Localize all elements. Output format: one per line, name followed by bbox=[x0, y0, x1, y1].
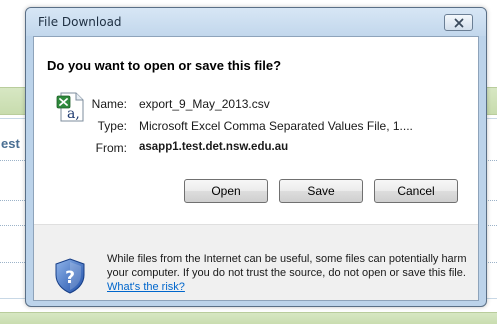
background-footer-band bbox=[0, 312, 497, 324]
type-label: Type: bbox=[97, 119, 127, 133]
cancel-button[interactable]: Cancel bbox=[374, 179, 458, 203]
close-button[interactable] bbox=[444, 14, 473, 31]
whats-the-risk-link[interactable]: What's the risk? bbox=[107, 281, 185, 293]
dialog-title: File Download bbox=[38, 15, 122, 29]
save-button[interactable]: Save bbox=[279, 179, 363, 203]
file-download-dialog: File Download Do you want to open or sav… bbox=[25, 7, 487, 307]
from-label: From: bbox=[95, 141, 127, 155]
name-label: Name: bbox=[91, 97, 127, 111]
dialog-question: Do you want to open or save this file? bbox=[47, 58, 282, 73]
warning-text: While files from the Internet can be use… bbox=[107, 253, 467, 279]
dialog-content: Do you want to open or save this file? a… bbox=[33, 36, 479, 301]
dialog-titlebar[interactable]: File Download bbox=[26, 8, 486, 36]
file-name-value: export_9_May_2013.csv bbox=[139, 97, 270, 111]
open-button[interactable]: Open bbox=[184, 179, 268, 203]
file-type-value: Microsoft Excel Comma Separated Values F… bbox=[139, 119, 413, 133]
security-shield-icon: ? bbox=[54, 258, 86, 294]
file-source-value: asapp1.test.det.nsw.edu.au bbox=[139, 141, 289, 153]
security-warning: While files from the Internet can be use… bbox=[107, 252, 473, 294]
close-icon bbox=[454, 18, 464, 28]
svg-text:?: ? bbox=[65, 268, 75, 288]
background-partial-label: est bbox=[1, 136, 20, 151]
